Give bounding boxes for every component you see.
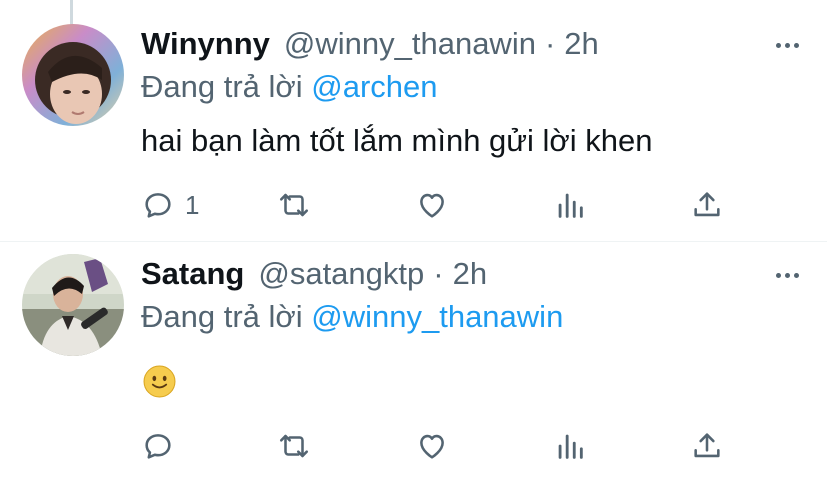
like-button[interactable] [415,185,449,225]
replying-to-line: Đang trả lời @archen [141,69,438,105]
display-name[interactable]: Winynny [141,26,270,62]
user-handle[interactable]: @satangktp [258,256,424,292]
tweet-text: hai bạn làm tốt lắm mình gửi lời khen [141,123,653,158]
reply-button[interactable]: 1 [141,185,199,225]
tweet-header: Satang @satangktp · 2h [141,256,487,296]
share-upload-icon [694,192,720,217]
reply-count: 1 [185,189,200,220]
more-icon[interactable] [772,30,802,60]
avatar[interactable] [22,254,124,356]
separator-dot: · [544,26,556,61]
analytics-button[interactable] [553,426,587,466]
replying-prefix: Đang trả lời [141,69,303,104]
analytics-button[interactable] [553,185,587,225]
separator-dot: · [433,256,444,291]
more-icon[interactable] [772,260,802,290]
heart-icon [420,434,444,459]
replying-prefix: Đang trả lời [141,299,303,334]
tweet-satang[interactable]: Satang @satangktp · 2h Đang trả lời @win… [0,242,827,486]
reply-button[interactable] [141,426,185,466]
heart-icon [420,193,444,218]
bar-chart-icon [558,434,583,459]
like-button[interactable] [415,426,449,466]
speech-bubble-icon [145,434,171,459]
replying-to-line: Đang trả lời @winny_thanawin [141,299,563,335]
action-bar [0,426,827,466]
avatar[interactable] [22,24,124,126]
speech-bubble-icon [145,193,171,218]
display-name[interactable]: Satang [141,256,244,292]
slightly-smiling-face-icon [143,365,176,398]
mention-link[interactable]: @archen [311,69,437,104]
tweet-winynny[interactable]: Winynny @winny_thanawin · 2h Đang trả lờ… [0,0,827,240]
retweet-button[interactable] [277,185,311,225]
retweet-icon [279,434,309,458]
retweet-icon [279,193,309,217]
share-upload-icon [694,433,720,458]
timestamp[interactable]: 2h [453,256,487,292]
action-bar: 1 [0,185,827,225]
tweet-header: Winynny @winny_thanawin · 2h [141,26,599,66]
mention-link[interactable]: @winny_thanawin [311,299,563,334]
bar-chart-icon [558,193,583,218]
share-button[interactable] [690,426,724,466]
user-handle[interactable]: @winny_thanawin [284,26,536,62]
share-button[interactable] [690,185,724,225]
timestamp[interactable]: 2h [564,26,598,62]
retweet-button[interactable] [277,426,311,466]
thread-line [70,0,73,26]
